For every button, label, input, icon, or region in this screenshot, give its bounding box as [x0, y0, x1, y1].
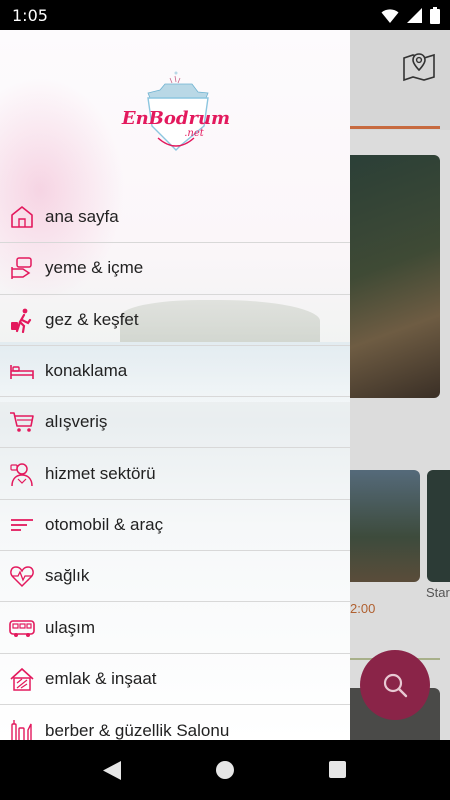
- menu-item-label: hizmet sektörü: [45, 463, 156, 483]
- menu-item-ulasim[interactable]: ulaşım: [0, 602, 350, 654]
- logo-text: EnBodrum: [121, 108, 230, 129]
- building-icon: [9, 666, 35, 692]
- beauty-icon: [9, 718, 35, 740]
- dining-icon: [9, 255, 35, 281]
- menu-item-label: sağlık: [45, 566, 90, 586]
- background-card-image[interactable]: [350, 470, 420, 582]
- status-icons: [381, 7, 440, 24]
- menu-item-saglik[interactable]: sağlık: [0, 551, 350, 603]
- map-icon[interactable]: [402, 48, 436, 82]
- menu-item-hizmet-sektoru[interactable]: hizmet sektörü: [0, 448, 350, 500]
- battery-icon: [430, 7, 440, 24]
- menu-item-berber-guzellik[interactable]: berber & güzellik Salonu: [0, 705, 350, 740]
- menu-item-label: ulaşım: [45, 617, 96, 637]
- enbodrum-logo[interactable]: EnBodrum .net: [120, 68, 230, 154]
- home-icon: [9, 204, 35, 230]
- service-person-icon: [9, 461, 35, 487]
- menu-item-label: alışveriş: [45, 412, 108, 432]
- car-lines-icon: [9, 512, 35, 538]
- background-time-label: 2:00: [350, 601, 376, 616]
- menu-item-yeme-icme[interactable]: yeme & içme: [0, 243, 350, 295]
- search-icon: [383, 673, 408, 698]
- menu-item-label: gez & keşfet: [45, 309, 139, 329]
- menu-item-ana-sayfa[interactable]: ana sayfa: [0, 192, 350, 244]
- wifi-icon: [381, 8, 399, 23]
- back-button[interactable]: [103, 761, 121, 780]
- menu-item-label: emlak & inşaat: [45, 668, 157, 688]
- menu-item-konaklama[interactable]: konaklama: [0, 346, 350, 398]
- recents-button[interactable]: [329, 761, 346, 778]
- cellular-signal-icon: [407, 8, 422, 23]
- cart-icon: [9, 409, 35, 435]
- heartbeat-icon: [9, 563, 35, 589]
- menu-item-gez-kesfet[interactable]: gez & keşfet: [0, 295, 350, 346]
- traveler-icon: [9, 307, 35, 333]
- background-partial-label: Star: [426, 585, 450, 600]
- home-button[interactable]: [216, 761, 234, 779]
- logo-subtext: .net: [184, 128, 205, 139]
- background-card-image[interactable]: [350, 155, 440, 398]
- menu-item-otomobil-arac[interactable]: otomobil & araç: [0, 500, 350, 552]
- menu-item-label: yeme & içme: [45, 258, 144, 278]
- menu-item-label: ana sayfa: [45, 207, 119, 227]
- background-accent-line: [350, 126, 440, 129]
- menu-item-label: konaklama: [45, 361, 128, 381]
- bed-icon: [9, 358, 35, 384]
- menu-item-label: otomobil & araç: [45, 514, 164, 534]
- navigation-drawer: EnBodrum .net ana sayfa yeme & içme gez …: [0, 30, 350, 740]
- background-card-image[interactable]: [427, 470, 450, 582]
- bus-icon: [9, 615, 35, 641]
- menu-item-label: berber & güzellik Salonu: [45, 720, 230, 740]
- menu-item-alisveris[interactable]: alışveriş: [0, 397, 350, 449]
- status-bar: 1:05: [0, 0, 450, 30]
- search-button[interactable]: [360, 650, 430, 720]
- system-navigation-bar: [0, 740, 450, 800]
- status-time: 1:05: [12, 6, 48, 25]
- menu-item-emlak-insaat[interactable]: emlak & inşaat: [0, 654, 350, 705]
- drawer-menu: ana sayfa yeme & içme gez & keşfet konak…: [0, 192, 350, 740]
